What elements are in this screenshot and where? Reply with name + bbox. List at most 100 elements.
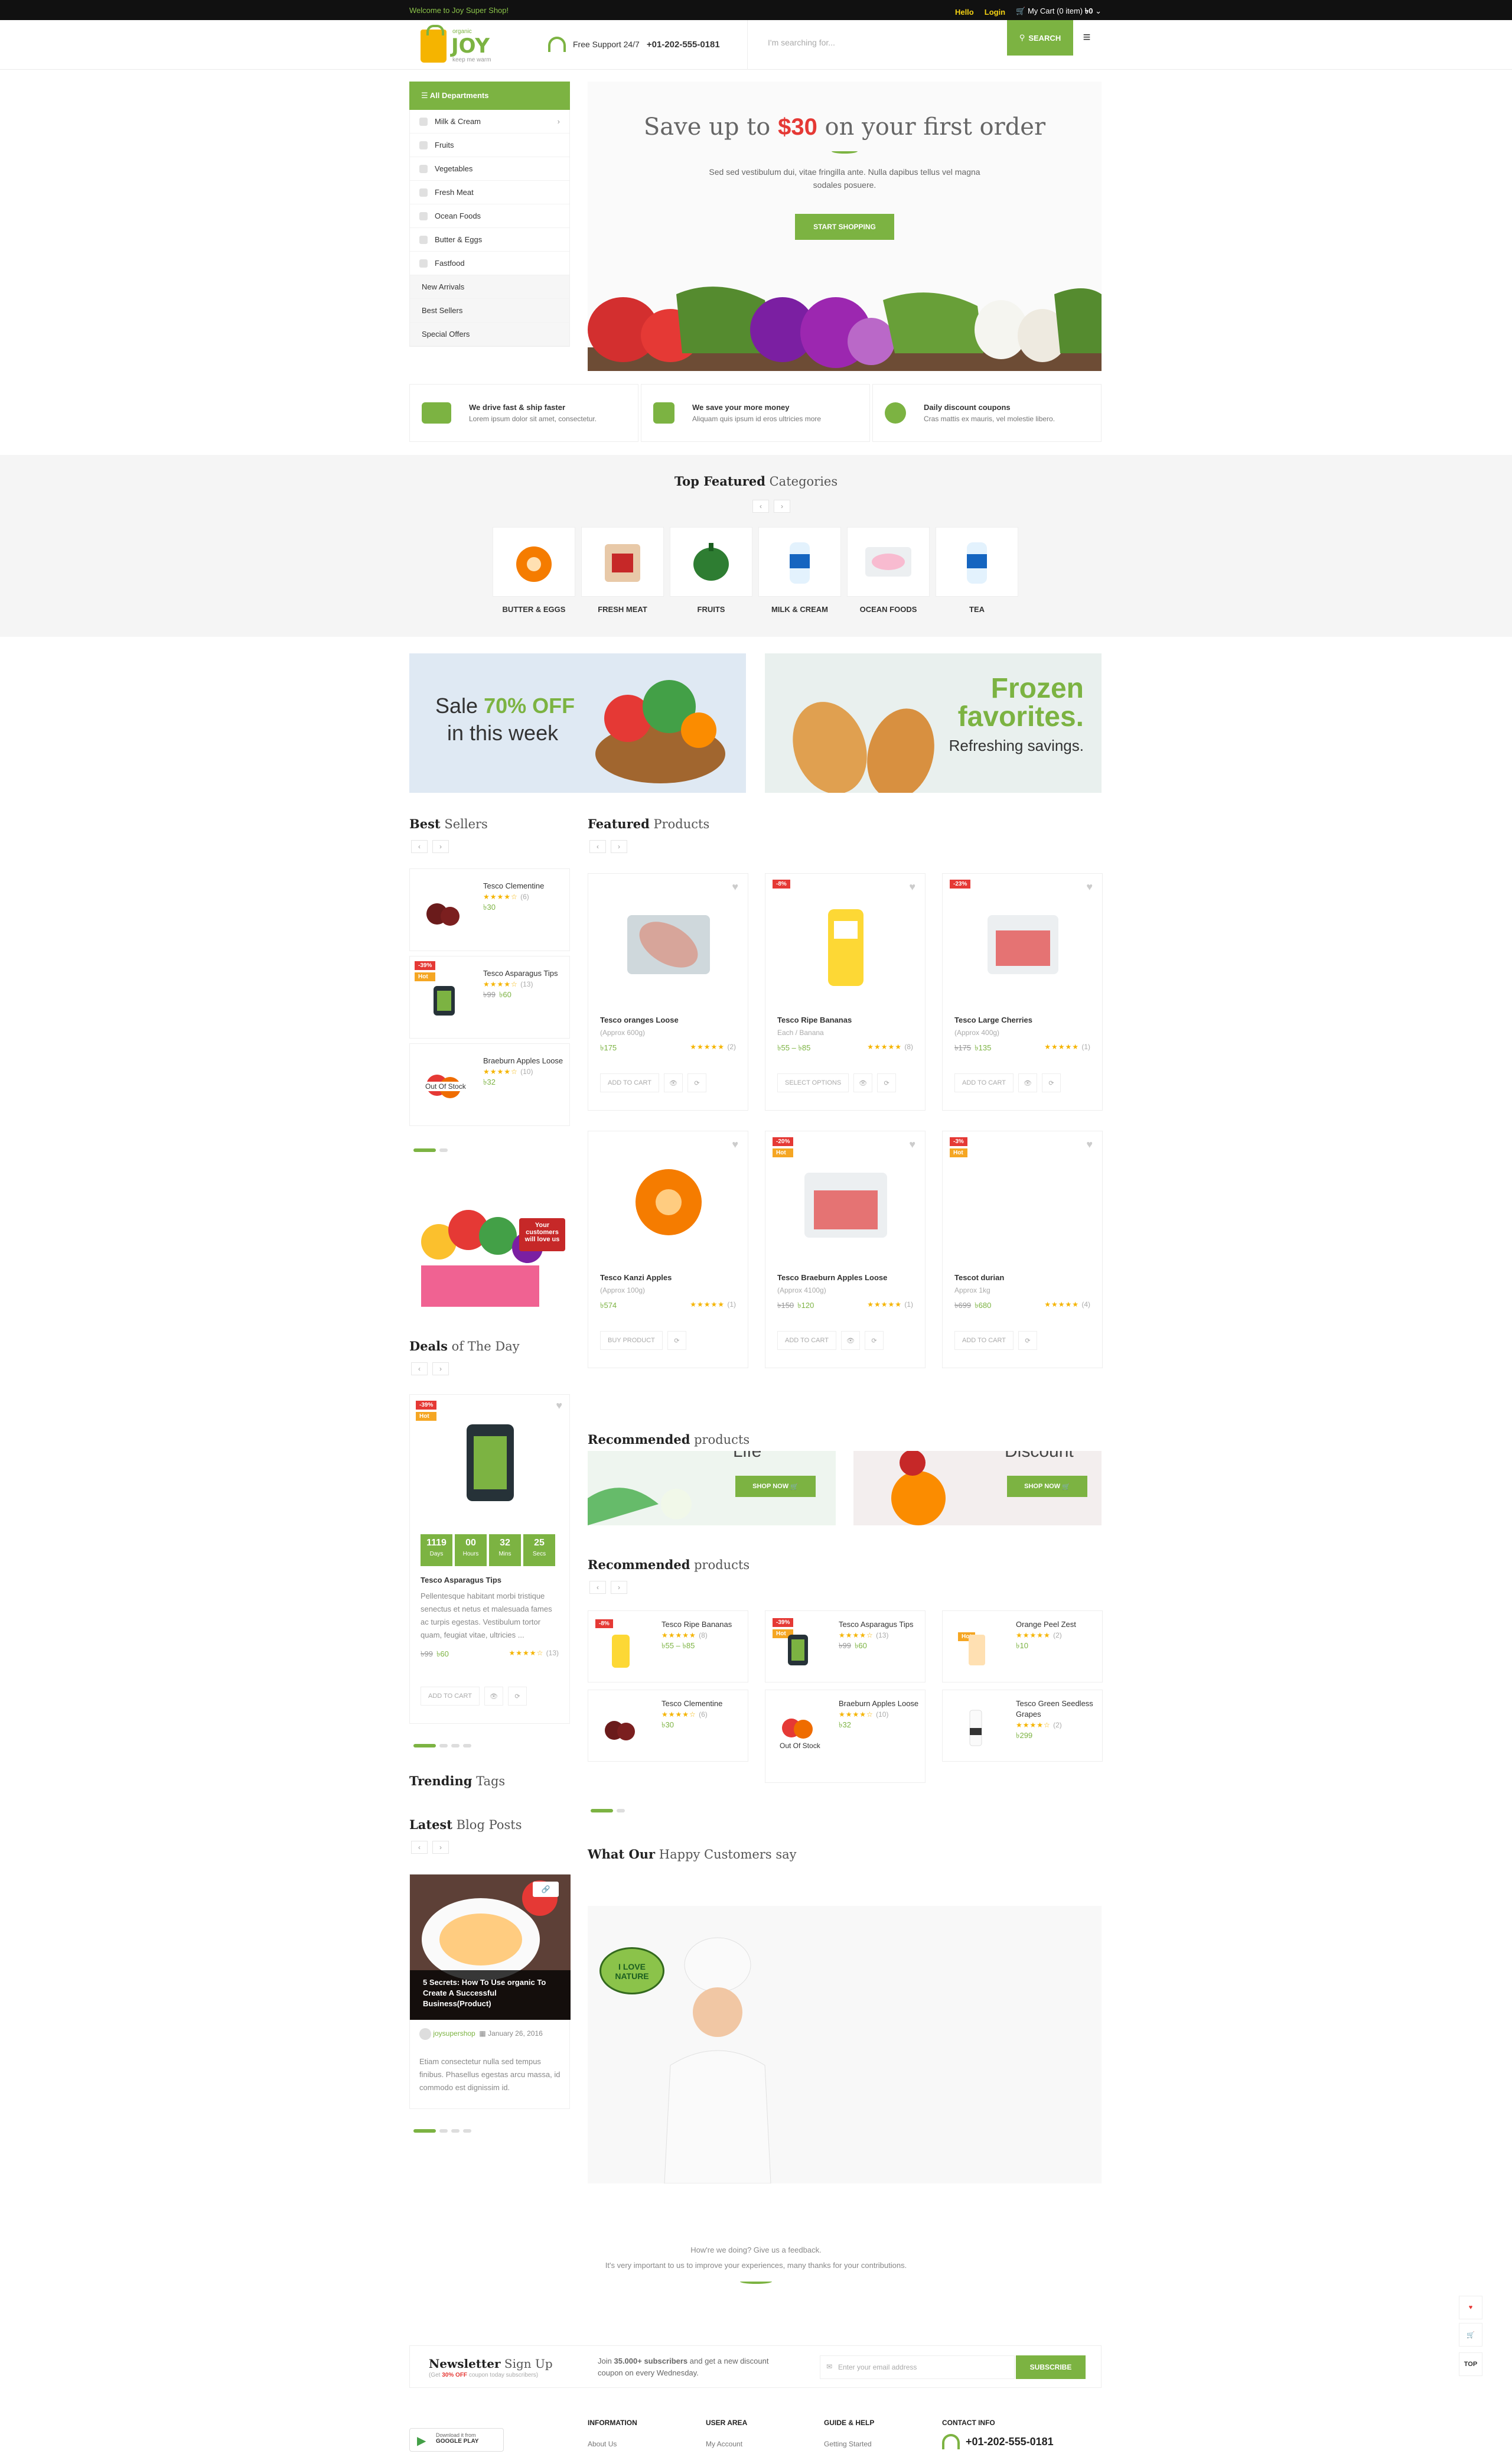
recommended-item[interactable]: Hot Orange Peel Zest ★★★★★ (2) ৳10 bbox=[942, 1610, 1103, 1683]
best-seller-item[interactable]: -39% Hot Tesco Asparagus Tips ★★★★☆ (13) ৳9… bbox=[409, 956, 570, 1039]
dot[interactable] bbox=[439, 1148, 448, 1152]
product-name[interactable]: Tesco Ripe Bananas bbox=[777, 1016, 852, 1024]
arrow-left-icon[interactable]: ‹ bbox=[589, 1581, 606, 1594]
footer-link[interactable]: My Account bbox=[706, 2440, 742, 2448]
back-to-top-button[interactable]: TOP bbox=[1459, 2352, 1482, 2376]
arrow-left-icon[interactable]: ‹ bbox=[411, 840, 428, 853]
blog-author[interactable]: joysupershop bbox=[433, 2029, 475, 2038]
product-card[interactable]: ♥ -23% Tesco Large Cherries (Approx 400g… bbox=[942, 873, 1103, 1111]
eye-icon[interactable]: 👁 bbox=[1018, 1073, 1037, 1092]
cart-link[interactable]: 🛒 My Cart (0 item) ৳0 ⌄ bbox=[1016, 6, 1102, 18]
arrow-left-icon[interactable]: ‹ bbox=[411, 1362, 428, 1375]
recommended-banner-discount[interactable]: Discount SHOP NOW 🛒 bbox=[853, 1451, 1102, 1525]
category-tea[interactable]: TEA bbox=[936, 527, 1018, 614]
eye-icon[interactable]: 👁 bbox=[853, 1073, 873, 1092]
shop-now-button[interactable]: SHOP NOW 🛒 bbox=[1007, 1476, 1087, 1497]
heart-icon[interactable]: ♥ bbox=[732, 881, 738, 893]
eye-icon[interactable]: 👁 bbox=[840, 1331, 860, 1350]
arrow-left-icon[interactable]: ‹ bbox=[589, 840, 606, 853]
arrow-right-icon[interactable]: › bbox=[611, 1581, 627, 1594]
add-to-cart-button[interactable]: ADD TO CART bbox=[777, 1331, 836, 1350]
product-name[interactable]: Tesco Kanzi Apples bbox=[600, 1273, 672, 1282]
dept-item-best-sellers[interactable]: Best Sellers bbox=[410, 299, 569, 323]
dot-active[interactable] bbox=[413, 1148, 436, 1152]
category-fruits[interactable]: FRUITS bbox=[670, 527, 752, 614]
promo-banner[interactable]: Your customers will love us bbox=[409, 1177, 570, 1314]
recommended-banner-life[interactable]: Life SHOP NOW 🛒 bbox=[588, 1451, 836, 1525]
footer-link[interactable]: About Us bbox=[588, 2440, 617, 2448]
compare-icon[interactable]: ⟳ bbox=[864, 1331, 884, 1350]
product-card[interactable]: ♥ -8% Tesco Ripe Bananas Each / Banana ৳… bbox=[765, 873, 926, 1111]
best-seller-item[interactable]: Out Of Stock Braeburn Apples Loose ★★★★☆ … bbox=[409, 1043, 570, 1126]
wishlist-float-button[interactable]: ♥ bbox=[1459, 2296, 1482, 2319]
compare-icon[interactable]: ⟳ bbox=[687, 1073, 706, 1092]
dot[interactable] bbox=[617, 1809, 625, 1812]
arrow-right-icon[interactable]: › bbox=[432, 1841, 449, 1854]
dept-item-milk[interactable]: Milk & Cream › bbox=[410, 110, 569, 134]
arrow-right-icon[interactable]: › bbox=[774, 500, 790, 513]
dept-item-special-offers[interactable]: Special Offers bbox=[410, 323, 569, 346]
recommended-item[interactable]: Tesco Green Seedless Grapes ★★★★☆ (2) ৳299 bbox=[942, 1690, 1103, 1762]
select-options-button[interactable]: SELECT OPTIONS bbox=[777, 1073, 849, 1092]
blog-post-card[interactable]: 🔗 5 Secrets: How To Use organic To Creat… bbox=[409, 1874, 571, 2109]
add-to-cart-button[interactable]: ADD TO CART bbox=[954, 1073, 1014, 1092]
add-to-cart-button[interactable]: ADD TO CART bbox=[421, 1687, 480, 1706]
departments-header[interactable]: ☰ All Departments bbox=[409, 82, 570, 110]
compare-icon[interactable]: ⟳ bbox=[667, 1331, 686, 1350]
google-play-badge[interactable]: ▶ Download it from GOOGLE PLAY bbox=[409, 2428, 504, 2452]
dept-item-fastfood[interactable]: Fastfood bbox=[410, 252, 569, 275]
start-shopping-button[interactable]: START SHOPPING bbox=[795, 214, 894, 240]
product-card[interactable]: ♥ -3% Hot Tescot durian Approx 1kg ৳699 ৳6… bbox=[942, 1131, 1103, 1368]
compare-icon[interactable]: ⟳ bbox=[1018, 1331, 1037, 1350]
heart-icon[interactable]: ♥ bbox=[1086, 881, 1093, 893]
recommended-item[interactable]: Out Of Stock Braeburn Apples Loose ★★★★☆ … bbox=[765, 1690, 926, 1783]
frozen-banner[interactable]: Frozen favorites. Refreshing savings. bbox=[765, 653, 1102, 793]
product-name[interactable]: Tescot durian bbox=[954, 1273, 1004, 1282]
add-to-cart-button[interactable]: ADD TO CART bbox=[954, 1331, 1014, 1350]
product-name[interactable]: Tesco Large Cherries bbox=[954, 1016, 1032, 1024]
compare-icon[interactable]: ⟳ bbox=[1041, 1073, 1061, 1092]
hamburger-menu-icon[interactable]: ≡ bbox=[1075, 30, 1099, 46]
dept-item-ocean[interactable]: Ocean Foods bbox=[410, 204, 569, 228]
link-icon[interactable]: 🔗 bbox=[533, 1882, 559, 1897]
dept-item-butter[interactable]: Butter & Eggs bbox=[410, 228, 569, 252]
compare-icon[interactable]: ⟳ bbox=[507, 1687, 527, 1706]
heart-icon[interactable]: ♥ bbox=[1086, 1138, 1093, 1151]
recommended-item[interactable]: -39% Hot Tesco Asparagus Tips ★★★★☆ (13) ৳9… bbox=[765, 1610, 926, 1683]
shop-now-button[interactable]: SHOP NOW 🛒 bbox=[735, 1476, 816, 1497]
login-link[interactable]: Login bbox=[985, 8, 1005, 17]
eye-icon[interactable]: 👁 bbox=[484, 1687, 503, 1706]
category-milk-cream[interactable]: MILK & CREAM bbox=[758, 527, 841, 614]
heart-icon[interactable]: ♥ bbox=[732, 1138, 738, 1151]
heart-icon[interactable]: ♥ bbox=[909, 881, 915, 893]
heart-icon[interactable]: ♥ bbox=[556, 1400, 562, 1412]
recommended-item[interactable]: Tesco Clementine ★★★★☆ (6) ৳30 bbox=[588, 1690, 748, 1762]
dot[interactable] bbox=[463, 2129, 471, 2133]
subscribe-button[interactable]: SUBSCRIBE bbox=[1016, 2355, 1086, 2379]
arrow-right-icon[interactable]: › bbox=[432, 1362, 449, 1375]
add-to-cart-button[interactable]: ADD TO CART bbox=[600, 1073, 659, 1092]
category-fresh-meat[interactable]: FRESH MEAT bbox=[581, 527, 664, 614]
arrow-right-icon[interactable]: › bbox=[432, 840, 449, 853]
search-input[interactable]: I'm searching for... bbox=[747, 20, 1007, 70]
heart-icon[interactable]: ♥ bbox=[909, 1138, 915, 1151]
arrow-left-icon[interactable]: ‹ bbox=[752, 500, 769, 513]
dept-item-meat[interactable]: Fresh Meat bbox=[410, 181, 569, 204]
buy-product-button[interactable]: BUY PRODUCT bbox=[600, 1331, 663, 1350]
compare-icon[interactable]: ⟳ bbox=[877, 1073, 897, 1092]
search-button[interactable]: ⚲ SEARCH bbox=[1007, 20, 1073, 56]
sale-banner[interactable]: Sale 70% OFF in this week bbox=[409, 653, 746, 793]
product-card[interactable]: ♥ Tesco oranges Loose (Approx 600g) ৳175… bbox=[588, 873, 748, 1111]
dot-active[interactable] bbox=[591, 1809, 613, 1812]
dot-active[interactable] bbox=[413, 1744, 436, 1747]
cart-float-button[interactable]: 🛒 bbox=[1459, 2323, 1482, 2347]
dot-active[interactable] bbox=[413, 2129, 436, 2133]
dept-item-vegetables[interactable]: Vegetables bbox=[410, 157, 569, 181]
dot[interactable] bbox=[439, 2129, 448, 2133]
dot[interactable] bbox=[451, 2129, 460, 2133]
best-seller-item[interactable]: Tesco Clementine ★★★★☆ (6) ৳30 bbox=[409, 868, 570, 951]
blog-post-title[interactable]: 5 Secrets: How To Use organic To Create … bbox=[410, 1970, 571, 2020]
product-card[interactable]: ♥ -20% Hot Tesco Braeburn Apples Loose (A… bbox=[765, 1131, 926, 1368]
eye-icon[interactable]: 👁 bbox=[663, 1073, 683, 1092]
dot[interactable] bbox=[451, 1744, 460, 1747]
